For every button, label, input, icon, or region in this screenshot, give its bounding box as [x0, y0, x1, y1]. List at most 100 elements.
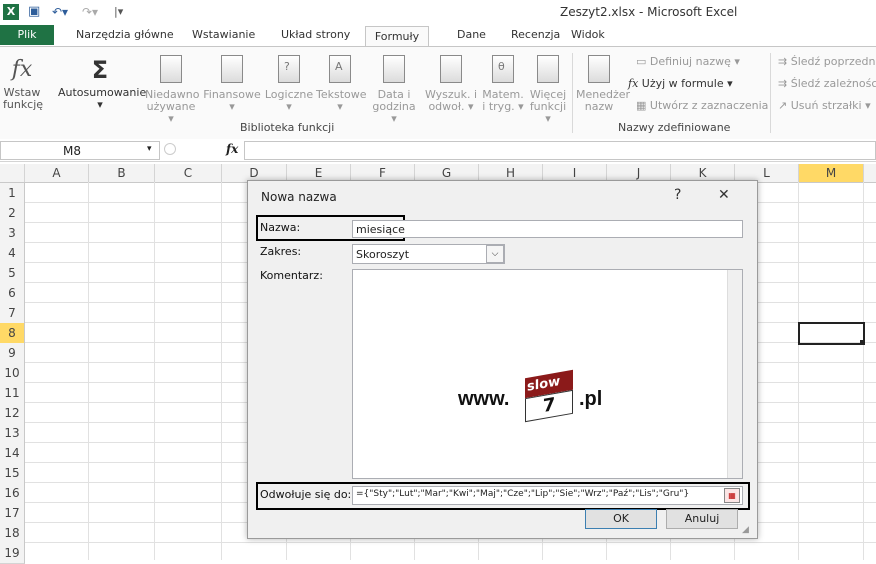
refers-to-label: Odwołuje się do: — [260, 488, 352, 501]
row-header[interactable]: 9 — [0, 343, 25, 364]
grid-line — [798, 182, 799, 560]
row-header[interactable]: 16 — [0, 483, 25, 504]
collapse-dialog-icon[interactable]: ▦ — [724, 488, 740, 503]
grid-line — [24, 542, 876, 543]
math-icon: θ — [492, 55, 514, 83]
trace-precedents-button[interactable]: ⇉ Śledź poprzedn — [778, 55, 876, 68]
customize-toolbar-icon[interactable]: |▾ — [114, 4, 130, 20]
grid-line — [154, 182, 155, 560]
comment-textarea[interactable]: www. slow 7 .pl — [352, 269, 743, 479]
watermark-pl: .pl — [579, 388, 603, 410]
formula-bar-handle-icon — [164, 143, 176, 155]
name-manager-button[interactable]: Menedżer nazw — [576, 55, 630, 113]
date-time-button[interactable]: Data i godzina ▾ — [370, 55, 418, 125]
column-header[interactable]: A — [25, 164, 89, 182]
comment-label: Komentarz: — [260, 269, 323, 282]
tab-formulas[interactable]: Formuły — [365, 26, 429, 47]
chevron-down-icon[interactable]: ⌵ — [486, 245, 504, 263]
row-header[interactable]: 13 — [0, 423, 25, 444]
watermark-logo: slow 7 — [525, 369, 573, 423]
row-header-active[interactable]: 8 — [0, 323, 25, 344]
row-header[interactable]: 4 — [0, 243, 25, 264]
tab-home[interactable]: Narzędzia główne — [76, 28, 174, 41]
calendar-icon — [383, 55, 405, 83]
tab-view[interactable]: Widok — [571, 28, 605, 41]
scope-label: Zakres: — [260, 245, 302, 258]
math-trig-button[interactable]: θ Matem. i tryg. ▾ — [481, 55, 525, 113]
name-input[interactable]: miesiące — [352, 220, 743, 238]
fx-icon: fx — [11, 57, 33, 82]
tab-page-layout[interactable]: Układ strony — [281, 28, 350, 41]
logical-button[interactable]: ? Logiczne ▾ — [264, 55, 314, 113]
row-header[interactable]: 12 — [0, 403, 25, 424]
dialog-title: Nowa nazwa — [261, 190, 337, 204]
row-header[interactable]: 14 — [0, 443, 25, 464]
cancel-button[interactable]: Anuluj — [666, 509, 738, 529]
remove-arrows-button[interactable]: ↗ Usuń strzałki ▾ — [778, 99, 871, 112]
insert-function-icon[interactable]: fx — [226, 142, 238, 156]
row-header[interactable]: 11 — [0, 383, 25, 404]
resize-grip-icon[interactable]: ◢ — [742, 525, 749, 535]
create-from-selection-button[interactable]: ▦ Utwórz z zaznaczenia — [636, 99, 768, 112]
column-header-active[interactable]: M — [799, 164, 864, 182]
use-in-formula-icon: fx — [628, 77, 642, 90]
tab-review[interactable]: Recenzja — [511, 28, 560, 41]
scope-select[interactable]: Skoroszyt ⌵ — [352, 244, 505, 264]
formula-input[interactable] — [244, 141, 876, 160]
help-button[interactable]: ? — [674, 187, 681, 203]
window-title: Zeszyt2.xlsx - Microsoft Excel — [560, 5, 738, 19]
row-header[interactable]: 15 — [0, 463, 25, 484]
save-icon[interactable]: ▣ — [28, 4, 42, 20]
row-header[interactable]: 17 — [0, 503, 25, 524]
text-icon: A — [329, 55, 351, 83]
row-header[interactable]: 3 — [0, 223, 25, 244]
more-functions-icon — [537, 55, 559, 83]
use-in-formula-button[interactable]: fx Użyj w formule ▾ — [628, 77, 733, 90]
more-functions-button[interactable]: Więcej funkcji ▾ — [528, 55, 568, 125]
autosum-button[interactable]: Σ Autosumowanie ▾ — [58, 55, 146, 111]
row-header[interactable]: 2 — [0, 203, 25, 224]
row-header[interactable]: 1 — [0, 183, 25, 204]
lookup-icon — [440, 55, 462, 83]
group-label-defined-names: Nazwy zdefiniowane — [618, 121, 731, 134]
active-cell[interactable] — [798, 322, 865, 345]
row-header[interactable]: 6 — [0, 283, 25, 304]
row-header[interactable]: 10 — [0, 363, 25, 384]
financial-button[interactable]: Finansowe ▾ — [203, 55, 261, 113]
refers-to-input[interactable]: ={"Sty";"Lut";"Mar";"Kwi";"Maj";"Cze";"L… — [352, 486, 743, 505]
grid-line — [88, 182, 89, 560]
ribbon-tabs: Plik Narzędzia główne Wstawianie Układ s… — [0, 24, 876, 47]
scrollbar[interactable] — [727, 270, 742, 478]
chevron-down-icon[interactable]: ▾ — [147, 144, 152, 154]
name-box[interactable]: M8 ▾ — [0, 141, 160, 160]
row-header[interactable]: 5 — [0, 263, 25, 284]
ribbon-separator — [770, 53, 771, 133]
row-header[interactable]: 19 — [0, 543, 25, 564]
trace-dependents-button[interactable]: ⇉ Śledź zależności — [778, 77, 876, 90]
define-name-button[interactable]: ▭ Definiuj nazwę ▾ — [636, 55, 740, 68]
ribbon-separator — [572, 53, 573, 133]
group-label-function-library: Biblioteka funkcji — [240, 121, 335, 134]
redo-icon[interactable]: ↷▾ — [82, 4, 106, 20]
ok-button[interactable]: OK — [585, 509, 657, 529]
sigma-icon: Σ — [91, 56, 109, 84]
fill-handle[interactable] — [860, 340, 865, 345]
row-header[interactable]: 7 — [0, 303, 25, 324]
grid-line — [221, 182, 222, 560]
new-name-dialog: Nowa nazwa ? ✕ Nazwa: miesiące Zakres: S… — [247, 180, 758, 539]
text-button[interactable]: A Tekstowe ▾ — [316, 55, 367, 113]
close-icon[interactable]: ✕ — [718, 187, 730, 203]
recently-used-button[interactable]: Niedawno używane ▾ — [145, 55, 199, 125]
column-header[interactable]: B — [89, 164, 155, 182]
insert-function-button[interactable]: fx Wstaw funkcję — [3, 55, 43, 111]
book-icon — [160, 55, 182, 83]
undo-icon[interactable]: ↶▾ — [52, 4, 76, 20]
row-header[interactable]: 18 — [0, 523, 25, 544]
column-header[interactable]: C — [155, 164, 222, 182]
tab-file[interactable]: Plik — [0, 25, 54, 45]
define-name-icon: ▭ — [636, 55, 650, 68]
select-all-corner[interactable] — [0, 164, 25, 182]
tab-data[interactable]: Dane — [457, 28, 486, 41]
lookup-reference-button[interactable]: Wyszuk. i odwoł. ▾ — [423, 55, 479, 113]
tab-insert[interactable]: Wstawianie — [192, 28, 255, 41]
